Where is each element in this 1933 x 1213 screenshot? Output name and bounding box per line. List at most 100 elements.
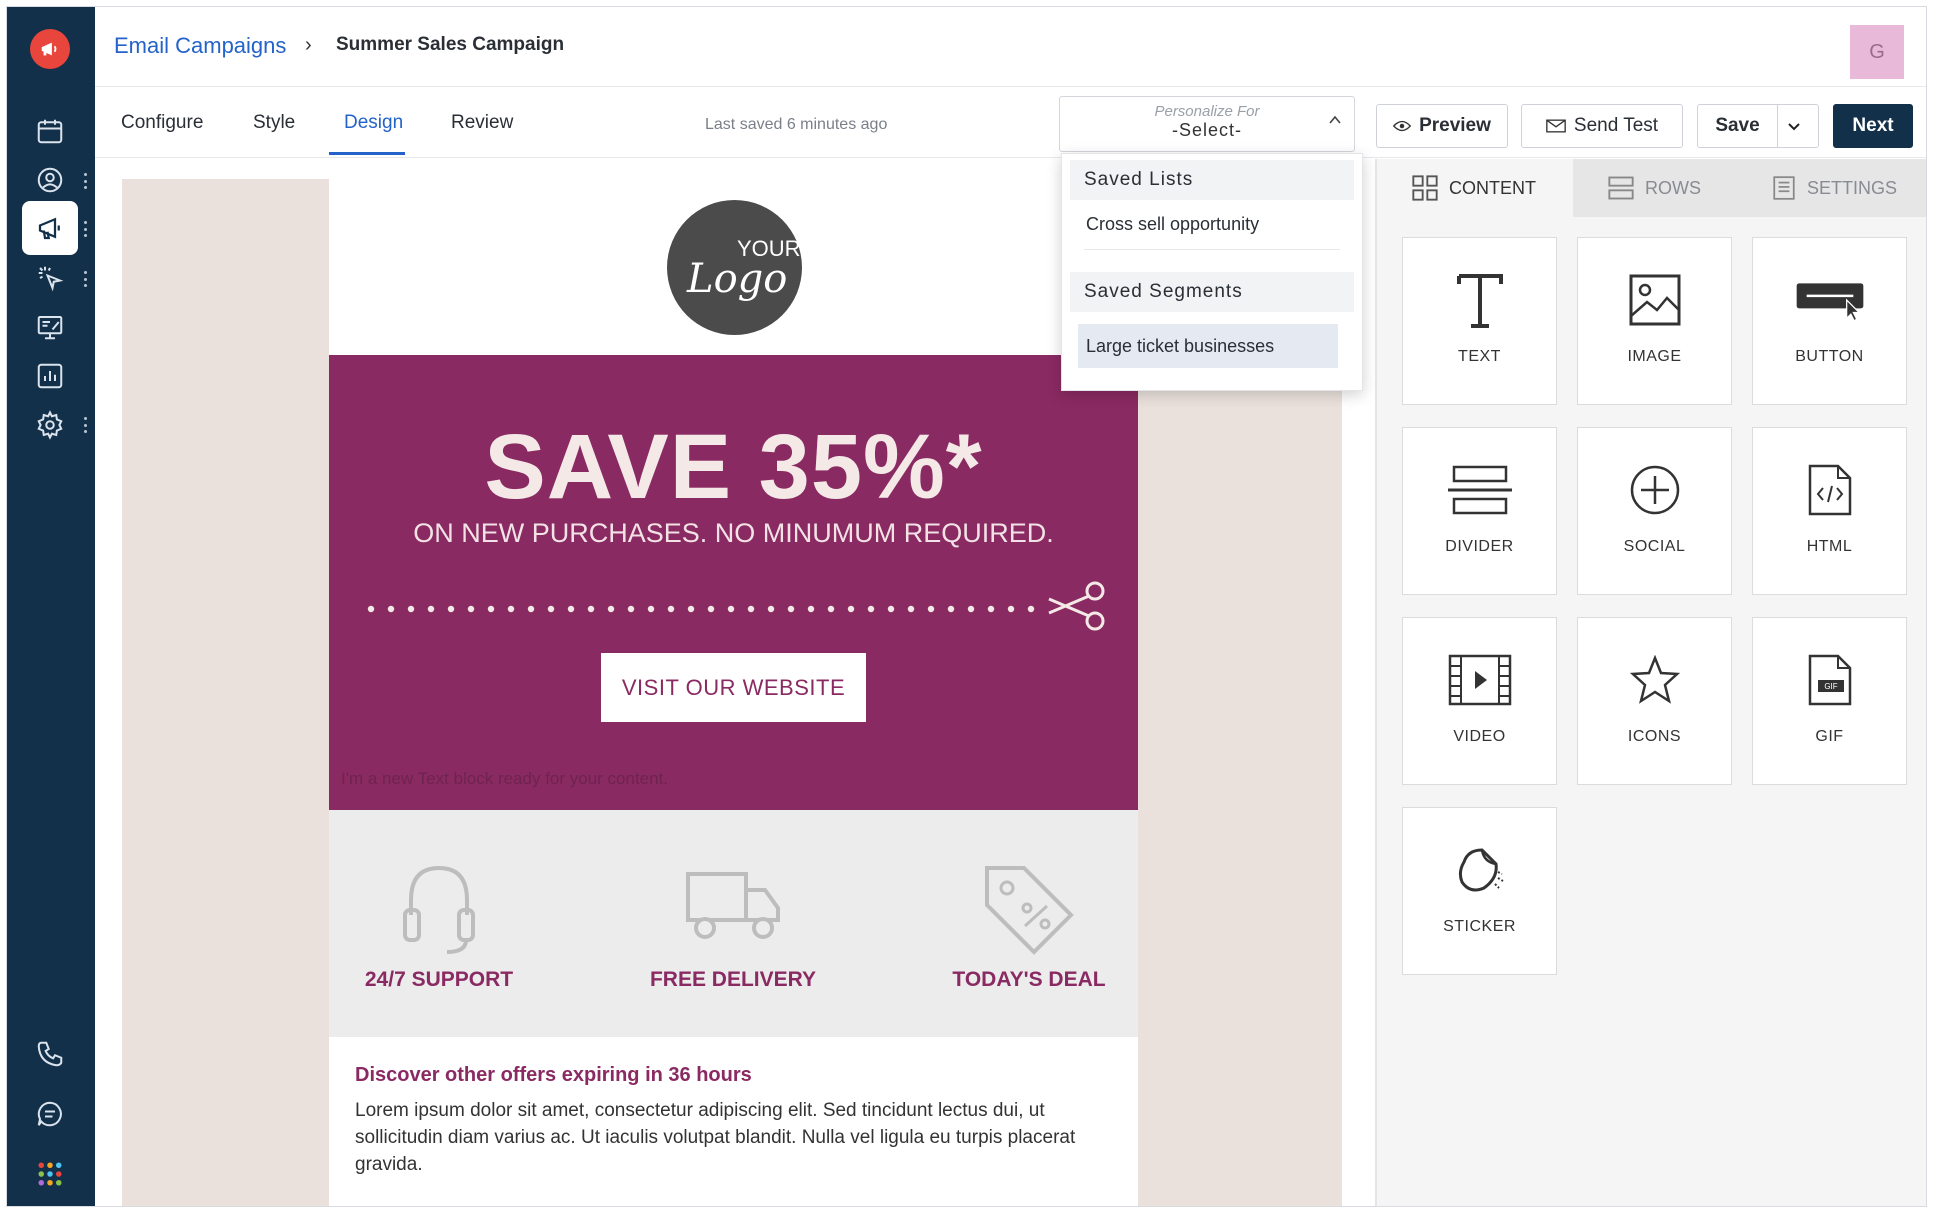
tag-icon xyxy=(985,866,1074,955)
panel-tab-label: CONTENT xyxy=(1449,177,1536,198)
personalize-value: -Select- xyxy=(1171,120,1242,140)
block-label: HTML xyxy=(1806,538,1853,555)
block-sticker[interactable]: STICKER xyxy=(1402,807,1557,975)
campaigns-more-icon[interactable] xyxy=(83,221,87,237)
settings-gear-icon[interactable] xyxy=(22,398,78,452)
dropdown-group-saved-segments: Saved Segments xyxy=(1070,272,1354,312)
settings-doc-icon xyxy=(1773,176,1795,200)
preview-button[interactable]: Preview xyxy=(1376,104,1508,148)
calendar-icon[interactable] xyxy=(22,104,78,158)
hero-title: SAVE 35%* xyxy=(484,416,983,518)
panel-tab-rows[interactable]: ROWS xyxy=(1573,159,1737,217)
email-preview: YOUR Logo SAVE 35%* ON NEW PURCHASES. NO… xyxy=(329,159,1138,1206)
headset-icon xyxy=(403,865,475,954)
dropdown-group-saved-lists: Saved Lists xyxy=(1070,160,1354,200)
star-icon xyxy=(1620,650,1690,710)
tab-design[interactable]: Design xyxy=(344,112,403,134)
envelope-icon xyxy=(1546,119,1566,133)
save-label: Save xyxy=(1715,115,1760,136)
panel-tab-content[interactable]: CONTENT xyxy=(1377,159,1573,217)
block-text[interactable]: TEXT xyxy=(1402,237,1557,405)
campaigns-icon[interactable] xyxy=(22,201,78,255)
block-html[interactable]: HTML xyxy=(1752,427,1907,595)
next-button[interactable]: Next xyxy=(1833,104,1913,148)
logo-image[interactable]: YOUR Logo xyxy=(667,200,802,335)
header: Email Campaigns › Summer Sales Campaign … xyxy=(95,7,1926,87)
code-file-icon xyxy=(1795,460,1865,520)
settings-more-icon[interactable] xyxy=(83,417,87,433)
next-label: Next xyxy=(1852,115,1894,136)
contacts-icon[interactable] xyxy=(22,153,78,207)
hero-section[interactable]: SAVE 35%* ON NEW PURCHASES. NO MINUMUM R… xyxy=(329,355,1138,810)
web-builder-icon[interactable] xyxy=(22,300,78,354)
automation-icon[interactable] xyxy=(22,251,78,305)
preview-label: Preview xyxy=(1419,115,1491,136)
block-label: SOCIAL xyxy=(1623,538,1686,555)
breadcrumb-separator: › xyxy=(305,34,312,56)
app-logo-icon[interactable] xyxy=(30,29,70,69)
active-tab-indicator xyxy=(329,152,405,155)
block-gif[interactable]: GIF GIF xyxy=(1752,617,1907,785)
feature-label: 24/7 SUPPORT xyxy=(364,968,514,991)
features-section[interactable]: 24/7 SUPPORT FREE DELIVERY TODAY'S DEAL xyxy=(329,810,1138,1037)
feature-deal: TODAY'S DEAL xyxy=(919,810,1139,1037)
svg-text:GIF: GIF xyxy=(1824,682,1837,691)
gif-file-icon: GIF xyxy=(1795,650,1865,710)
tab-review[interactable]: Review xyxy=(451,112,513,134)
visit-website-button[interactable]: VISIT OUR WEBSITE xyxy=(601,653,866,722)
chevron-up-icon xyxy=(1329,115,1341,124)
block-social[interactable]: SOCIAL xyxy=(1577,427,1732,595)
send-test-label: Send Test xyxy=(1573,115,1659,136)
panel-tab-settings[interactable]: SETTINGS xyxy=(1737,159,1926,217)
content-panel: CONTENT ROWS SETTINGS TEXT IMAGE BUTTON … xyxy=(1375,159,1926,1206)
block-divider[interactable]: DIVIDER xyxy=(1402,427,1557,595)
send-test-button[interactable]: Send Test xyxy=(1521,104,1683,148)
grid-icon xyxy=(1412,175,1438,201)
block-label: DIVIDER xyxy=(1445,538,1514,555)
dropdown-item-cross-sell[interactable]: Cross sell opportunity xyxy=(1070,202,1354,246)
text-block-placeholder[interactable]: I'm a new Text block ready for your cont… xyxy=(341,769,668,789)
reports-icon[interactable] xyxy=(22,349,78,403)
chat-icon[interactable] xyxy=(22,1087,78,1141)
contacts-more-icon[interactable] xyxy=(83,173,87,189)
automation-more-icon[interactable] xyxy=(83,271,87,287)
personalize-label: Personalize For xyxy=(1154,103,1260,120)
breadcrumb-root-link[interactable]: Email Campaigns xyxy=(114,33,286,59)
tab-configure[interactable]: Configure xyxy=(121,112,203,134)
block-icons[interactable]: ICONS xyxy=(1577,617,1732,785)
button-icon xyxy=(1795,270,1865,330)
feature-support: 24/7 SUPPORT xyxy=(329,810,549,1037)
app-grid-icon[interactable] xyxy=(22,1147,78,1201)
panel-tab-label: SETTINGS xyxy=(1807,177,1898,198)
personalize-dropdown: Saved Lists Cross sell opportunity Saved… xyxy=(1061,153,1363,391)
eye-icon xyxy=(1393,120,1412,132)
tab-style[interactable]: Style xyxy=(253,112,295,134)
rows-icon xyxy=(1608,176,1634,200)
offer-title[interactable]: Discover other offers expiring in 36 hou… xyxy=(355,1064,752,1087)
block-label: VIDEO xyxy=(1453,728,1506,745)
sticker-icon xyxy=(1445,840,1515,900)
dropdown-divider xyxy=(1084,249,1340,250)
block-image[interactable]: IMAGE xyxy=(1577,237,1732,405)
dropdown-item-large-ticket[interactable]: Large ticket businesses xyxy=(1078,324,1338,368)
panel-tab-label: ROWS xyxy=(1645,177,1701,198)
feature-label: FREE DELIVERY xyxy=(649,968,817,991)
app-window: Email Campaigns › Summer Sales Campaign … xyxy=(6,6,1927,1207)
toolbar: Configure Style Design Review Last saved… xyxy=(95,88,1926,158)
save-button[interactable]: Save xyxy=(1697,104,1777,148)
block-label: TEXT xyxy=(1458,348,1501,365)
avatar[interactable]: G xyxy=(1850,25,1904,79)
feature-label: TODAY'S DEAL xyxy=(952,968,1106,991)
block-button[interactable]: BUTTON xyxy=(1752,237,1907,405)
save-options-button[interactable] xyxy=(1777,104,1819,148)
phone-icon[interactable] xyxy=(22,1027,78,1081)
personalize-select[interactable]: Personalize For -Select- xyxy=(1059,96,1355,152)
logo-text-bottom: Logo xyxy=(687,256,788,302)
divider-icon xyxy=(1445,460,1515,520)
sidebar xyxy=(7,7,95,1206)
block-video[interactable]: VIDEO xyxy=(1402,617,1557,785)
chevron-down-icon xyxy=(1788,123,1800,131)
offer-body[interactable]: Lorem ipsum dolor sit amet, consectetur … xyxy=(355,1097,1115,1178)
block-label: IMAGE xyxy=(1627,348,1682,365)
image-icon xyxy=(1620,270,1690,330)
